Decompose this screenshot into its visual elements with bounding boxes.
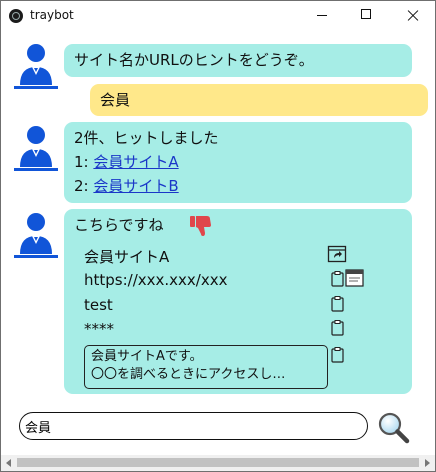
result-count-text: 2件、ヒットしました (74, 129, 219, 147)
bot-message-greeting: サイト名かURLのヒントをどうぞ。 (64, 44, 412, 77)
detail-memo: 会員サイトAです。 〇〇を調べるときにアクセスし… (84, 345, 328, 389)
clipboard-icon[interactable] (331, 320, 344, 336)
result-row: 2: 会員サイトB (74, 174, 402, 198)
search-input[interactable] (19, 412, 368, 440)
detail-url: https://xxx.xxx/xxx (84, 271, 228, 289)
close-button[interactable] (389, 0, 435, 31)
app-window: traybot サイト名かURLのヒントをどうぞ。 会員 2件、ヒットしました (0, 0, 436, 472)
result-link-site-a[interactable]: 会員サイトA (93, 153, 178, 171)
scrollbar-thumb[interactable] (17, 458, 419, 467)
browser-icon[interactable] (345, 269, 364, 287)
detail-site-name: 会員サイトA (84, 248, 170, 266)
bot-avatar-icon (14, 123, 58, 171)
magnifier-icon (378, 412, 410, 444)
detail-header: こちらですね (74, 216, 164, 234)
detail-password: **** (84, 320, 114, 338)
window-title: traybot (30, 8, 74, 22)
memo-line: 〇〇を調べるときにアクセスし… (91, 367, 286, 382)
bot-avatar-icon (14, 41, 58, 89)
scroll-left-icon[interactable] (6, 459, 11, 467)
clipboard-icon[interactable] (331, 347, 344, 363)
user-query-text: 会員 (100, 91, 131, 109)
bot-avatar-icon (14, 210, 58, 258)
result-index: 1: (74, 153, 89, 171)
search-button[interactable] (376, 410, 410, 444)
greeting-text: サイト名かURLのヒントをどうぞ。 (74, 51, 314, 69)
scroll-right-icon[interactable] (425, 459, 430, 467)
bot-message-results: 2件、ヒットしました 1: 会員サイトA 2: 会員サイトB (64, 122, 412, 203)
open-external-icon[interactable] (327, 245, 347, 264)
clipboard-icon[interactable] (331, 296, 344, 312)
horizontal-scrollbar[interactable] (1, 455, 435, 471)
minimize-button[interactable] (298, 0, 344, 31)
app-icon (9, 9, 23, 23)
result-index: 2: (74, 177, 89, 195)
clipboard-icon[interactable] (331, 271, 344, 287)
thumbs-down-icon[interactable] (188, 214, 214, 238)
user-message: 会員 (90, 84, 428, 116)
detail-user: test (84, 296, 113, 314)
title-bar[interactable]: traybot (0, 0, 436, 31)
result-link-site-b[interactable]: 会員サイトB (93, 177, 178, 195)
maximize-button[interactable] (343, 0, 389, 31)
result-row: 1: 会員サイトA (74, 150, 402, 174)
memo-line: 会員サイトAです。 (91, 349, 203, 364)
